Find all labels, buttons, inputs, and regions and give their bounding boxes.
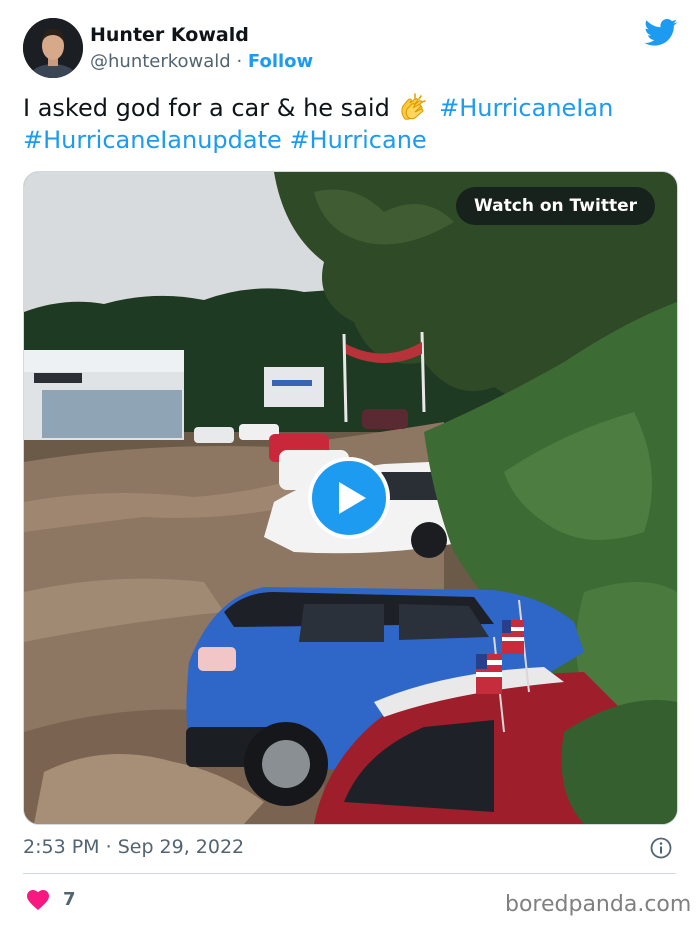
follow-button[interactable]: Follow — [248, 51, 313, 72]
hashtag-hurricaneianupdate[interactable]: #HurricaneIanupdate — [23, 126, 282, 154]
author-name[interactable]: Hunter Kowald — [90, 24, 249, 46]
heart-icon[interactable] — [26, 889, 50, 911]
timestamp-separator: · — [99, 836, 118, 858]
avatar[interactable] — [23, 18, 83, 78]
like-count[interactable]: 7 — [63, 889, 76, 910]
twitter-bird-icon[interactable] — [644, 19, 678, 47]
clapping-hands-icon — [401, 93, 427, 120]
author-handle[interactable]: @hunterkowald — [90, 51, 231, 72]
tweet-text: I asked god for a car & he said #Hurrica… — [23, 92, 673, 156]
hashtag-hurricaneian[interactable]: #HurricaneIan — [439, 94, 613, 122]
tweet-timestamp[interactable]: 2:53 PM · Sep 29, 2022 — [23, 836, 244, 858]
boredpanda-watermark: boredpanda.com — [505, 892, 692, 917]
video-player[interactable]: Watch on Twitter — [23, 171, 678, 825]
tweet-date: Sep 29, 2022 — [117, 836, 245, 858]
handle-separator: · — [230, 51, 248, 72]
play-button[interactable] — [308, 457, 390, 539]
play-icon — [339, 482, 366, 514]
tweet-text-body: I asked god for a car & he said — [23, 94, 390, 122]
tweet-time: 2:53 PM — [23, 836, 100, 858]
author-handle-line: @hunterkowald · Follow — [90, 51, 313, 72]
tweet-card: Hunter Kowald @hunterkowald · Follow I a… — [0, 0, 700, 927]
hashtag-hurricane[interactable]: #Hurricane — [289, 126, 426, 154]
watch-on-twitter-button[interactable]: Watch on Twitter — [456, 187, 655, 225]
info-icon[interactable] — [650, 837, 672, 859]
divider — [23, 873, 676, 874]
